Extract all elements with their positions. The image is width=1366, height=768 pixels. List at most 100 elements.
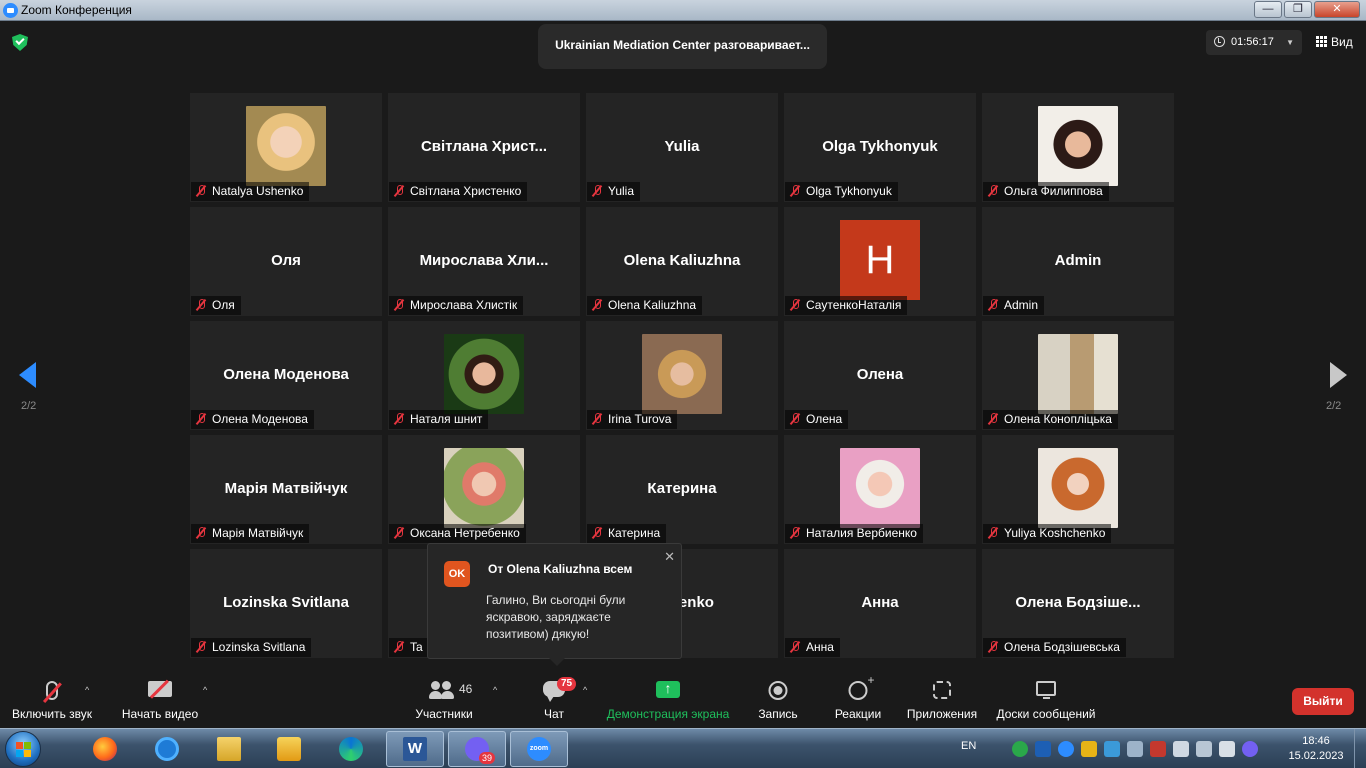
- participant-name: Марія Матвійчук: [212, 526, 304, 540]
- security-shield-icon[interactable]: [12, 34, 28, 51]
- participant-tile[interactable]: Світлана Христ... Світлана Христенко: [388, 93, 580, 202]
- language-indicator[interactable]: EN: [961, 740, 976, 752]
- participant-photo: [840, 448, 920, 528]
- participant-avatar-letter: H: [840, 220, 920, 300]
- taskbar-viber[interactable]: 39: [448, 731, 506, 767]
- taskbar-explorer[interactable]: [200, 731, 258, 767]
- tray-app-icon-2[interactable]: [1081, 741, 1097, 757]
- participant-name: Олена Моденова: [212, 412, 308, 426]
- participant-tile[interactable]: Олена Бодзіше... Олена Бодзішевська: [982, 549, 1174, 658]
- participant-name-label: СаутенкоНаталія: [785, 296, 908, 315]
- participant-tile[interactable]: Наталя шнит: [388, 321, 580, 430]
- record-label: Запись: [758, 707, 798, 721]
- participant-tile[interactable]: Олена Олена: [784, 321, 976, 430]
- participants-count: 46: [459, 682, 473, 696]
- minimize-button[interactable]: —: [1254, 1, 1282, 18]
- tray-viber-icon[interactable]: [1242, 741, 1258, 757]
- view-button[interactable]: Вид: [1316, 35, 1353, 49]
- chat-notification-popup[interactable]: OK От Olena Kaliuzhna всем Галино, Ви сь…: [427, 543, 682, 666]
- tray-app-icon-3[interactable]: [1104, 741, 1120, 757]
- participant-name: Ta: [410, 640, 423, 654]
- microphone-muted-icon: [194, 641, 208, 653]
- microphone-muted-icon: [194, 299, 208, 311]
- participant-display-name: Yulia: [664, 138, 700, 155]
- participant-photo: [444, 334, 524, 414]
- participant-name: Наталя шнит: [410, 412, 483, 426]
- participant-tile[interactable]: Natalya Ushenko: [190, 93, 382, 202]
- taskbar-edge[interactable]: [322, 731, 380, 767]
- display-icon[interactable]: [1127, 741, 1143, 757]
- participant-tile[interactable]: Катерина Катерина: [586, 435, 778, 544]
- taskbar-media-player[interactable]: [260, 731, 318, 767]
- participant-tile[interactable]: Irina Turova: [586, 321, 778, 430]
- clock-time: 18:46: [1302, 735, 1330, 747]
- participant-tile[interactable]: Admin Admin: [982, 207, 1174, 316]
- participant-tile[interactable]: H СаутенкоНаталія: [784, 207, 976, 316]
- participant-name-label: Natalya Ushenko: [191, 182, 310, 201]
- maximize-button[interactable]: ❐: [1284, 1, 1312, 18]
- whiteboard-icon: [1036, 681, 1056, 699]
- participant-name: Olena Kaliuzhna: [608, 298, 697, 312]
- participant-tile[interactable]: Lozinska Svitlana Lozinska Svitlana: [190, 549, 382, 658]
- chat-options-caret-icon[interactable]: ^: [583, 685, 587, 695]
- start-button-icon[interactable]: [5, 731, 41, 767]
- participant-tile[interactable]: Olga Tykhonyuk Olga Tykhonyuk: [784, 93, 976, 202]
- show-desktop-button[interactable]: [1354, 729, 1366, 768]
- participant-tile[interactable]: Олена Моденова Олена Моденова: [190, 321, 382, 430]
- participant-display-name: Світлана Христ...: [420, 138, 548, 155]
- close-popup-icon[interactable]: ✕: [664, 549, 675, 565]
- leave-meeting-button[interactable]: Выйти: [1292, 688, 1354, 715]
- taskbar-firefox[interactable]: [76, 731, 134, 767]
- participant-name: Yulia: [608, 184, 635, 198]
- tray-app-icon-5[interactable]: [1219, 741, 1235, 757]
- participant-name: Катерина: [608, 526, 661, 540]
- participants-options-caret-icon[interactable]: ^: [493, 685, 497, 695]
- participant-tile[interactable]: Olena Kaliuzhna Olena Kaliuzhna: [586, 207, 778, 316]
- participant-name: Irina Turova: [608, 412, 672, 426]
- tray-zoom-icon[interactable]: [1058, 741, 1074, 757]
- participant-display-name: Olga Tykhonyuk: [822, 138, 938, 155]
- microphone-muted-icon: [590, 413, 604, 425]
- taskbar-zoom[interactable]: zoom: [510, 731, 568, 767]
- video-options-caret-icon[interactable]: ^: [203, 685, 207, 695]
- word-icon: W: [403, 737, 427, 761]
- participant-name-label: Олена Коноплiцька: [983, 410, 1118, 429]
- viber-unread-badge: 39: [479, 752, 496, 764]
- apps-icon: [933, 681, 951, 699]
- bluetooth-icon[interactable]: [1035, 741, 1051, 757]
- share-screen-icon: [656, 680, 680, 698]
- volume-icon[interactable]: [1196, 741, 1212, 757]
- participant-tile[interactable]: Оля Оля: [190, 207, 382, 316]
- system-clock[interactable]: 18:46 15.02.2023: [1286, 734, 1346, 764]
- taskbar-internet-explorer[interactable]: [138, 731, 196, 767]
- page-indicator-left: 2/2: [21, 400, 37, 412]
- participant-tile[interactable]: Оксана Нетребенко: [388, 435, 580, 544]
- participant-tile[interactable]: Мирослава Хли... Мирослава Хлистік: [388, 207, 580, 316]
- participant-name-label: Yulia: [587, 182, 641, 201]
- tray-app-icon-4[interactable]: [1150, 741, 1166, 757]
- audio-options-caret-icon[interactable]: ^: [85, 685, 89, 695]
- participant-name: Ольга Филиппова: [1004, 184, 1103, 198]
- next-page-arrow-icon[interactable]: [1330, 362, 1347, 388]
- page-indicator-right: 2/2: [1326, 400, 1342, 412]
- chat-label: Чат: [544, 707, 564, 721]
- participant-tile[interactable]: Yulia Yulia: [586, 93, 778, 202]
- close-window-button[interactable]: ✕: [1314, 1, 1360, 18]
- participant-display-name: Lozinska Svitlana: [223, 594, 349, 611]
- participant-tile[interactable]: Марія Матвійчук Марія Матвійчук: [190, 435, 382, 544]
- participant-name-label: Olga Tykhonyuk: [785, 182, 898, 201]
- participant-tile[interactable]: Анна Анна: [784, 549, 976, 658]
- previous-page-arrow-icon[interactable]: [19, 362, 36, 388]
- taskbar-word[interactable]: W: [386, 731, 444, 767]
- participant-tile[interactable]: Олена Коноплiцька: [982, 321, 1174, 430]
- participant-tile[interactable]: Наталия Вербиенко: [784, 435, 976, 544]
- network-signal-icon[interactable]: [1173, 741, 1189, 757]
- participant-tile[interactable]: Yuliya Koshchenko: [982, 435, 1174, 544]
- view-label: Вид: [1331, 35, 1353, 49]
- microphone-muted-icon: [590, 185, 604, 197]
- tray-app-icon[interactable]: [1012, 741, 1028, 757]
- participant-tile[interactable]: Ольга Филиппова: [982, 93, 1174, 202]
- meeting-timer[interactable]: 01:56:17 ▼: [1206, 30, 1302, 55]
- participant-name-label: Yuliya Koshchenko: [983, 524, 1112, 543]
- camera-off-icon: [148, 681, 172, 697]
